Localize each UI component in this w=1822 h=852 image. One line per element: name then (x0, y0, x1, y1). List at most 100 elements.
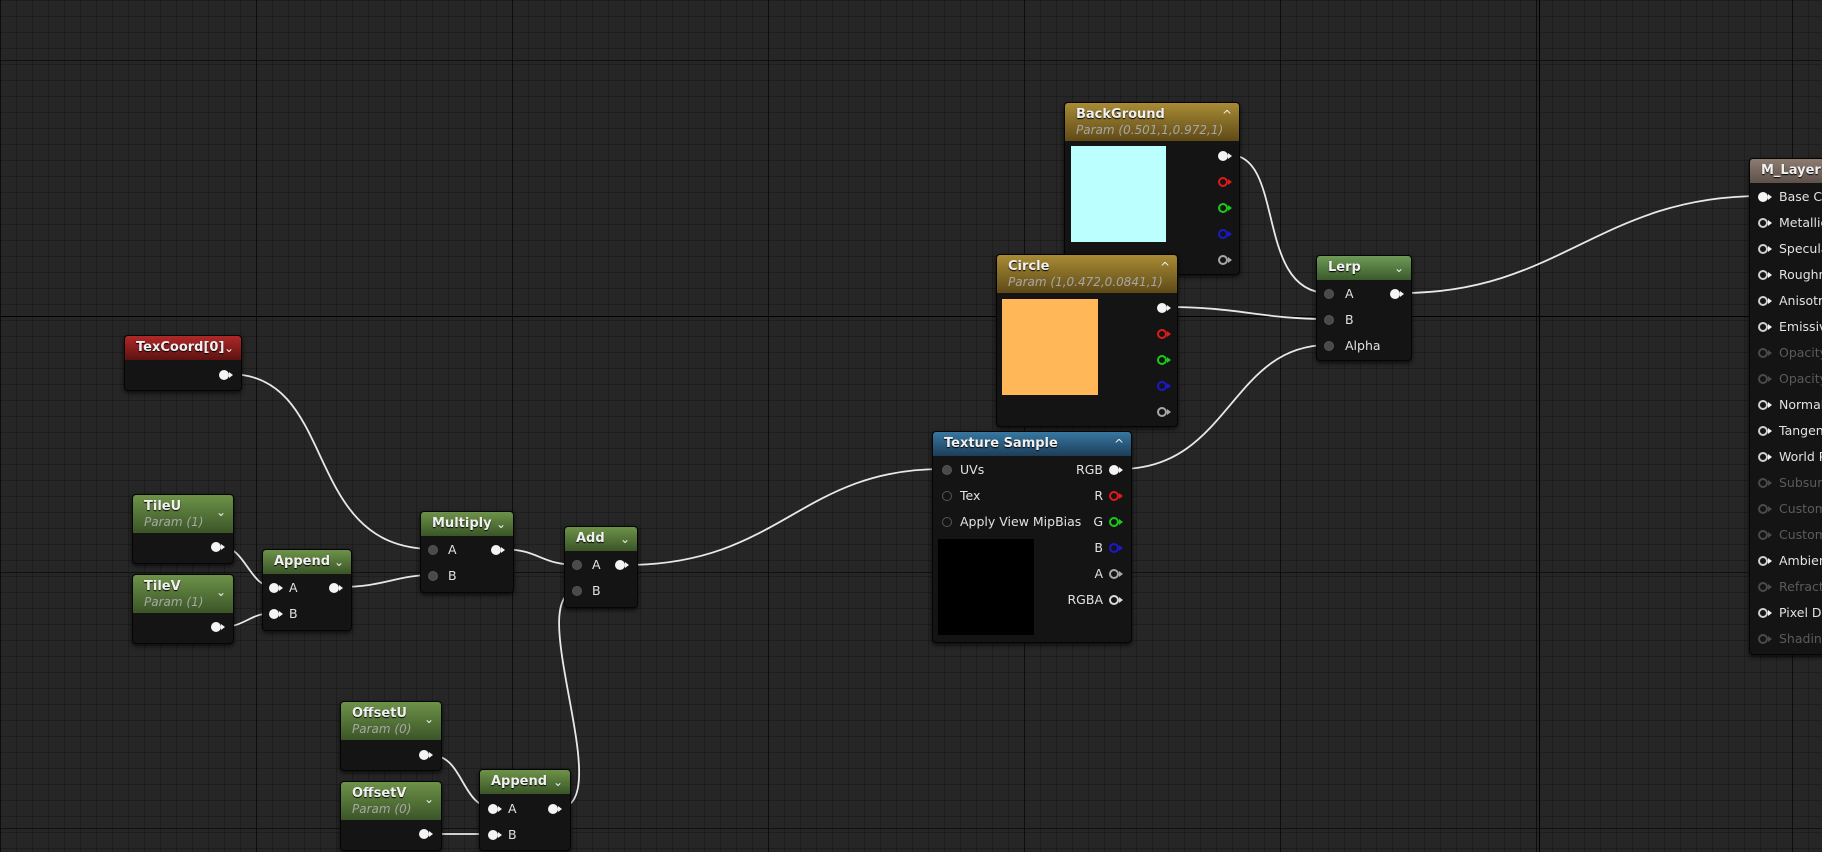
node-header[interactable]: Lerp ⌄ (1317, 256, 1411, 280)
chevron-down-icon[interactable]: ⌄ (553, 775, 563, 789)
collapse-icon[interactable]: ^ (1222, 108, 1232, 122)
node-header[interactable]: TileU Param (1) ⌄ (133, 495, 233, 533)
output-pin-rgb[interactable] (1157, 303, 1167, 313)
offsetv-scalar-param-node[interactable]: OffsetV Param (0) ⌄ (340, 781, 442, 851)
input-pin-mipbias[interactable] (942, 517, 952, 527)
chevron-down-icon[interactable]: ⌄ (424, 792, 434, 806)
output-pin-g[interactable] (1109, 517, 1119, 527)
chevron-down-icon[interactable]: ⌄ (216, 505, 226, 519)
material-input-pin[interactable] (1758, 426, 1768, 436)
append-tile-node[interactable]: Append ⌄ A B (262, 549, 352, 631)
output-pin-rgb[interactable] (1218, 151, 1228, 161)
node-header[interactable]: Add ⌄ (565, 527, 637, 551)
node-header[interactable]: Append ⌄ (263, 550, 351, 574)
output-pin[interactable] (329, 583, 339, 593)
material-input-pin[interactable] (1758, 270, 1768, 280)
chevron-down-icon[interactable]: ⌄ (1394, 261, 1404, 275)
material-input-pin[interactable] (1758, 348, 1768, 358)
node-header[interactable]: Multiply ⌄ (421, 512, 513, 536)
input-pin-b[interactable] (428, 571, 438, 581)
chevron-down-icon[interactable]: ⌄ (620, 532, 630, 546)
output-pin[interactable] (211, 622, 221, 632)
chevron-down-icon[interactable]: ⌄ (496, 517, 506, 531)
node-header[interactable]: M_Layer (1750, 159, 1822, 183)
output-pin-rgba[interactable] (1109, 595, 1119, 605)
output-pin[interactable] (219, 370, 229, 380)
collapse-icon[interactable]: ^ (1114, 437, 1124, 451)
material-input-pin[interactable] (1758, 452, 1768, 462)
node-header[interactable]: TexCoord[0] ⌄ (125, 336, 241, 360)
node-header[interactable]: Texture Sample ^ (933, 432, 1131, 456)
node-header[interactable]: OffsetU Param (0) ⌄ (341, 702, 441, 740)
output-pin[interactable] (491, 545, 501, 555)
node-header[interactable]: OffsetV Param (0) ⌄ (341, 782, 441, 820)
circle-vector-param-node[interactable]: Circle Param (1,0.472,0.0841,1) ^ (996, 254, 1178, 427)
material-output-node[interactable]: M_Layer Base Co Metallic Specula Roughn Anis… (1749, 158, 1822, 655)
output-pin-r[interactable] (1157, 329, 1167, 339)
wire-circle-to-lerp-b[interactable] (1167, 306, 1329, 320)
output-pin[interactable] (419, 750, 429, 760)
output-pin-b[interactable] (1218, 229, 1228, 239)
material-input-pin[interactable] (1758, 192, 1768, 202)
input-pin-b[interactable] (269, 609, 279, 619)
input-pin-alpha[interactable] (1324, 341, 1334, 351)
input-pin-a[interactable] (1324, 289, 1334, 299)
material-input-pin[interactable] (1758, 556, 1768, 566)
material-input-pin[interactable] (1758, 634, 1768, 644)
material-input-pin[interactable] (1758, 296, 1768, 306)
node-header[interactable]: Append ⌄ (480, 770, 570, 794)
input-pin-a[interactable] (269, 583, 279, 593)
output-pin-a[interactable] (1218, 255, 1228, 265)
input-pin-tex[interactable] (942, 491, 952, 501)
material-input-pin[interactable] (1758, 478, 1768, 488)
material-input-pin[interactable] (1758, 608, 1768, 618)
chevron-down-icon[interactable]: ⌄ (424, 712, 434, 726)
output-pin-r[interactable] (1218, 177, 1228, 187)
wire-lerp-to-mlayer-basecolor[interactable] (1401, 195, 1762, 294)
node-header[interactable]: BackGround Param (0.501,1,0.972,1) ^ (1065, 103, 1239, 141)
output-pin[interactable] (615, 560, 625, 570)
output-pin-g[interactable] (1157, 355, 1167, 365)
input-pin-a[interactable] (428, 545, 438, 555)
node-header[interactable]: Circle Param (1,0.472,0.0841,1) ^ (997, 255, 1177, 293)
output-pin-a[interactable] (1157, 407, 1167, 417)
material-graph-canvas[interactable]: BackGround Param (0.501,1,0.972,1) ^ Cir… (0, 0, 1822, 852)
material-input-pin[interactable] (1758, 374, 1768, 384)
add-node[interactable]: Add ⌄ A B (564, 526, 638, 608)
material-input-pin[interactable] (1758, 218, 1768, 228)
offsetu-scalar-param-node[interactable]: OffsetU Param (0) ⌄ (340, 701, 442, 771)
collapse-icon[interactable]: ^ (1160, 260, 1170, 274)
output-pin-a[interactable] (1109, 569, 1119, 579)
append-offset-node[interactable]: Append ⌄ A B (479, 769, 571, 851)
wire-background-to-lerp-a[interactable] (1229, 154, 1329, 294)
chevron-down-icon[interactable]: ⌄ (224, 341, 234, 355)
node-header[interactable]: TileV Param (1) ⌄ (133, 575, 233, 613)
background-vector-param-node[interactable]: BackGround Param (0.501,1,0.972,1) ^ (1064, 102, 1240, 275)
output-pin-b[interactable] (1157, 381, 1167, 391)
texcoord-node[interactable]: TexCoord[0] ⌄ (124, 335, 242, 391)
material-input-pin[interactable] (1758, 504, 1768, 514)
output-pin[interactable] (211, 542, 221, 552)
texture-sample-node[interactable]: Texture Sample ^ UVs Tex Apply View MipB… (932, 431, 1132, 643)
material-input-pin[interactable] (1758, 530, 1768, 540)
material-input-pin[interactable] (1758, 322, 1768, 332)
tileu-scalar-param-node[interactable]: TileU Param (1) ⌄ (132, 494, 234, 564)
chevron-down-icon[interactable]: ⌄ (334, 555, 344, 569)
output-pin[interactable] (1390, 289, 1400, 299)
input-pin-b[interactable] (488, 830, 498, 840)
output-pin-b[interactable] (1109, 543, 1119, 553)
chevron-down-icon[interactable]: ⌄ (216, 585, 226, 599)
input-pin-b[interactable] (1324, 315, 1334, 325)
output-pin-rgb[interactable] (1109, 465, 1119, 475)
input-pin-a[interactable] (572, 560, 582, 570)
material-input-pin[interactable] (1758, 582, 1768, 592)
output-pin[interactable] (548, 804, 558, 814)
wire-texcoord-to-multiply-a[interactable] (228, 373, 434, 550)
wire-add-to-texture-uvs[interactable] (625, 468, 943, 566)
lerp-node[interactable]: Lerp ⌄ A B Alpha (1316, 255, 1412, 361)
tilev-scalar-param-node[interactable]: TileV Param (1) ⌄ (132, 574, 234, 644)
material-input-pin[interactable] (1758, 244, 1768, 254)
output-pin[interactable] (419, 829, 429, 839)
input-pin-a[interactable] (488, 804, 498, 814)
input-pin-b[interactable] (572, 586, 582, 596)
